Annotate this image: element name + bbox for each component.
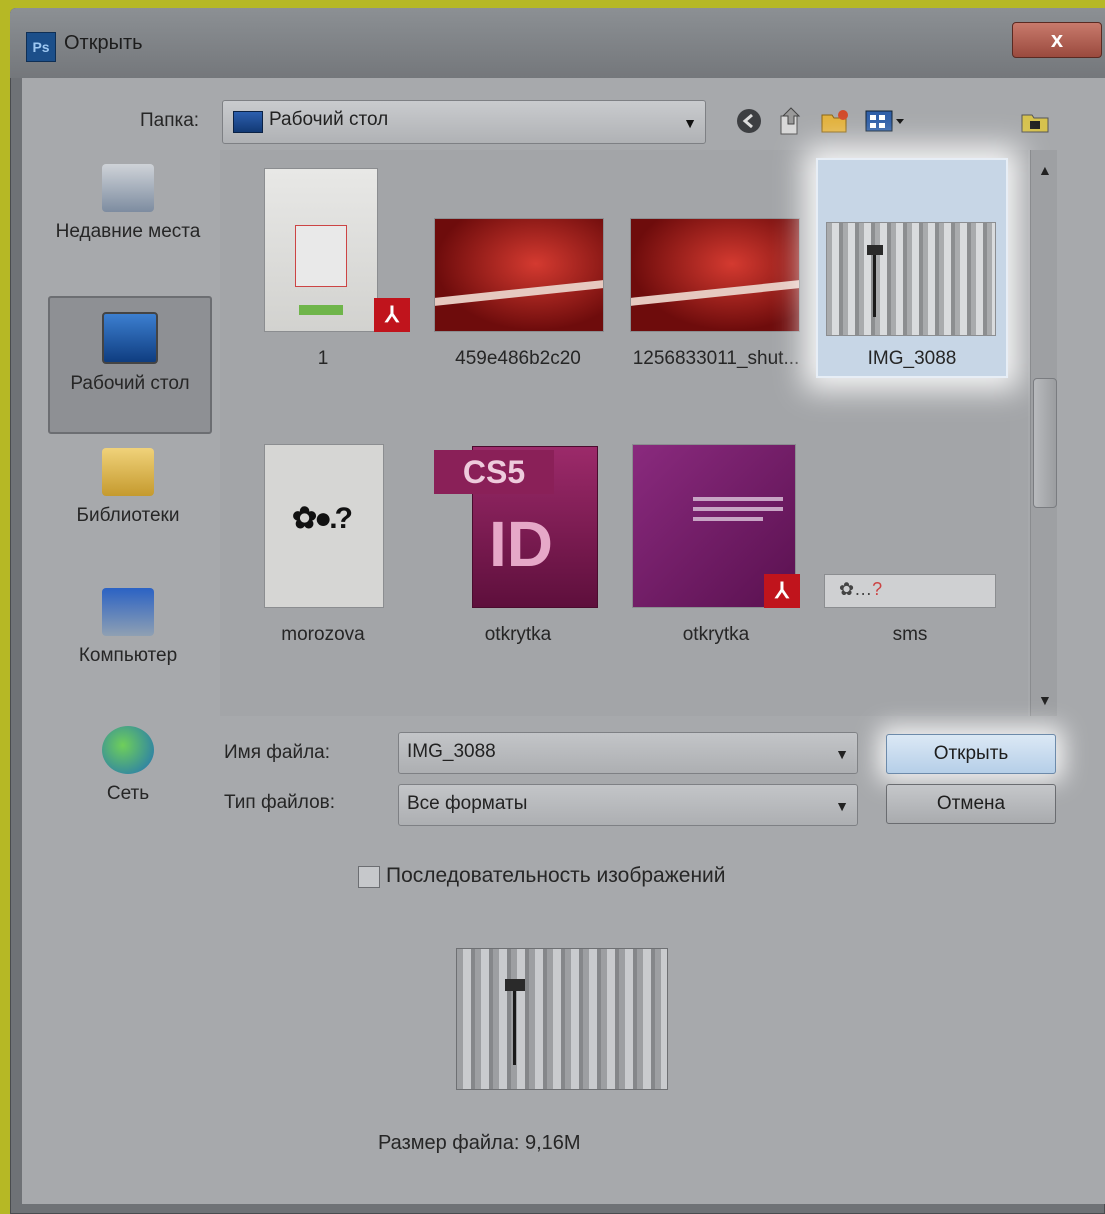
image-thumbnail: ✿●.? [264,444,384,608]
view-menu-icon[interactable] [862,104,910,138]
recent-places-icon [102,164,154,212]
network-icon [102,726,154,774]
image-thumbnail: ✿…? [824,574,996,608]
filename-value: IMG_3088 [407,741,496,762]
image-thumbnail [826,222,996,336]
file-item-selected[interactable]: IMG_3088 [816,158,1008,378]
pdf-icon: ⅄ [764,574,800,608]
file-item[interactable]: ✿…? sms [820,440,1000,656]
file-size-text: Размер файла: 9,16M [378,1132,581,1154]
image-sequence-label: Последовательность изображений [386,864,726,887]
filename-label: Имя файла: [224,742,331,763]
file-name: 459e486b2c20 [455,348,581,369]
new-folder-icon[interactable] [818,104,852,138]
desktop-icon [233,111,263,133]
chevron-down-icon: ▼ [835,798,849,814]
sidebar-item-label: Компьютер [78,645,178,666]
open-button[interactable]: Открыть [886,734,1056,774]
file-grid-scrollbar[interactable]: ▲ ▼ [1030,150,1057,716]
pdf-thumbnail [264,168,378,332]
close-button[interactable]: x [1012,22,1102,58]
scrollbar-thumb[interactable] [1033,378,1057,508]
dialog-title: Открыть [64,32,143,54]
folder-value: Рабочий стол [269,109,389,130]
filetype-dropdown[interactable]: Все форматы ▼ [398,784,858,826]
indesign-letters: ID [489,508,553,580]
chevron-down-icon: ▼ [683,115,697,131]
file-item[interactable]: ⅄ 1 [238,164,410,380]
image-thumbnail [434,218,604,332]
file-item[interactable]: 459e486b2c20 [432,164,604,380]
image-sequence-checkbox[interactable] [358,866,380,888]
folder-dropdown[interactable]: Рабочий стол ▼ [222,100,706,144]
sidebar-item-label: Рабочий стол [70,373,190,394]
up-folder-icon[interactable] [774,104,808,138]
file-name: morozova [281,624,365,645]
image-preview [456,948,668,1090]
file-name: otkrytka [484,624,552,645]
libraries-icon [102,448,154,496]
file-item[interactable]: ID CS5 otkrytka [432,440,604,656]
filetype-label: Тип файлов: [224,792,336,813]
file-name: otkrytka [682,624,750,645]
cancel-button[interactable]: Отмена [886,784,1056,824]
chevron-down-icon[interactable]: ▼ [835,746,849,762]
sidebar-item-libraries[interactable]: Библиотеки [48,448,208,530]
file-name: 1 [317,348,329,369]
sidebar-item-label: Библиотеки [76,505,180,526]
sidebar-item-recent[interactable]: Недавние места [48,164,208,246]
sidebar-item-network[interactable]: Сеть [48,726,208,808]
desktop-icon [102,312,158,364]
scroll-down-icon[interactable]: ▼ [1038,692,1052,708]
pdf-icon: ⅄ [374,298,410,332]
title-bar[interactable] [10,8,1105,78]
filename-input[interactable]: IMG_3088 ▼ [398,732,858,774]
cs5-badge: CS5 [434,450,554,494]
file-name: 1256833011_shut... [632,348,800,369]
file-item[interactable]: 1256833011_shut... [620,164,812,380]
folder-label: Папка: [140,110,200,131]
scroll-up-icon[interactable]: ▲ [1038,162,1052,178]
sidebar-item-label: Недавние места [55,221,201,242]
computer-icon [102,588,154,636]
image-thumbnail [630,218,800,332]
file-item[interactable]: ✿●.? morozova [238,440,408,656]
sidebar-item-computer[interactable]: Компьютер [48,588,208,670]
filetype-value: Все форматы [407,793,528,814]
photoshop-app-icon: Ps [26,32,56,62]
folder-action-icon[interactable] [1018,104,1052,138]
sidebar-item-label: Сеть [106,783,150,804]
file-item[interactable]: ⅄ otkrytka [620,440,812,656]
places-sidebar: Недавние места Рабочий стол Библиотеки К… [48,150,212,850]
file-name: IMG_3088 [867,348,957,369]
file-name: sms [892,624,928,645]
back-icon[interactable] [732,104,766,138]
sidebar-item-desktop[interactable]: Рабочий стол [48,296,212,434]
